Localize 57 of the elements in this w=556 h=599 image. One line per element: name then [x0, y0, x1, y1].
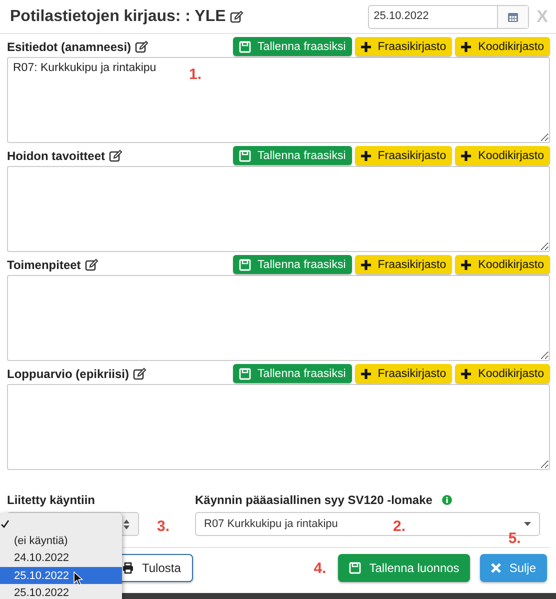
plus-icon	[461, 368, 472, 378]
edit-icon	[133, 367, 148, 380]
plus-icon	[360, 42, 371, 52]
section-label: Hoidon tavoitteet	[7, 148, 105, 162]
save-phrase-button[interactable]: Tallenna fraasiksi	[232, 146, 352, 165]
cursor-icon	[73, 570, 83, 586]
field-label: Liitetty käyntiin	[7, 493, 96, 507]
date-field[interactable]: 25.10.2022	[368, 4, 529, 28]
save-icon	[238, 258, 251, 270]
caret-icon	[524, 522, 531, 526]
plus-icon	[360, 368, 371, 378]
edit-icon	[109, 149, 123, 162]
plus-icon	[461, 260, 472, 270]
close-icon	[491, 563, 502, 573]
calendar-icon	[506, 10, 519, 22]
save-icon	[238, 40, 251, 52]
dropdown-option[interactable]: 25.10.2022	[0, 566, 122, 584]
library-button[interactable]: Fraasikirjasto	[354, 255, 452, 274]
section-label: Toimenpiteet	[7, 258, 81, 272]
section-label: Esitiedot (anamneesi)	[7, 40, 132, 54]
save-icon	[349, 562, 362, 574]
library-button[interactable]: Fraasikirjasto	[354, 37, 452, 56]
dropdown-option[interactable]: (ei käyntiä)	[0, 532, 122, 550]
save-phrase-button[interactable]: Tallenna fraasiksi	[232, 364, 352, 383]
annotation-number: 2.	[393, 518, 406, 535]
printer-icon	[122, 562, 134, 574]
library-button[interactable]: Fraasikirjasto	[354, 146, 452, 165]
field-label: Käynnin pääasiallinen syy SV120 -lomake	[195, 493, 432, 507]
library-button[interactable]: Koodikirjasto	[455, 364, 550, 383]
info-icon	[442, 495, 452, 505]
edit-icon	[135, 40, 150, 53]
spinner-arrows-icon	[123, 518, 130, 530]
text-area[interactable]	[7, 166, 550, 252]
library-button[interactable]: Fraasikirjasto	[354, 364, 452, 383]
annotation-number: 3.	[157, 518, 170, 535]
save-phrase-button[interactable]: Tallenna fraasiksi	[232, 255, 352, 274]
annotation-number: 4.	[314, 560, 326, 576]
section-label: Loppuarvio (epikriisi)	[7, 366, 130, 380]
checkmark-icon	[1, 520, 9, 528]
library-button[interactable]: Koodikirjasto	[455, 255, 550, 274]
plus-icon	[461, 42, 472, 52]
plus-icon	[461, 150, 472, 160]
plus-icon	[360, 260, 371, 270]
edit-icon	[84, 258, 99, 271]
save-phrase-button[interactable]: Tallenna fraasiksi	[232, 37, 352, 56]
text-area[interactable]	[7, 384, 550, 470]
edit-icon	[230, 10, 244, 23]
library-button[interactable]: Koodikirjasto	[455, 146, 550, 165]
library-button[interactable]: Koodikirjasto	[455, 37, 550, 56]
text-area[interactable]	[7, 275, 550, 361]
dropdown-option[interactable]: 25.10.2022	[0, 584, 122, 599]
save-draft-button[interactable]: Tallenna luonnos	[338, 554, 470, 582]
save-icon	[238, 368, 251, 380]
save-icon	[238, 150, 251, 162]
plus-icon	[360, 150, 371, 160]
annotation-number: 1.	[189, 66, 202, 83]
window-title: Potilastietojen kirjaus: : YLE	[10, 8, 226, 26]
